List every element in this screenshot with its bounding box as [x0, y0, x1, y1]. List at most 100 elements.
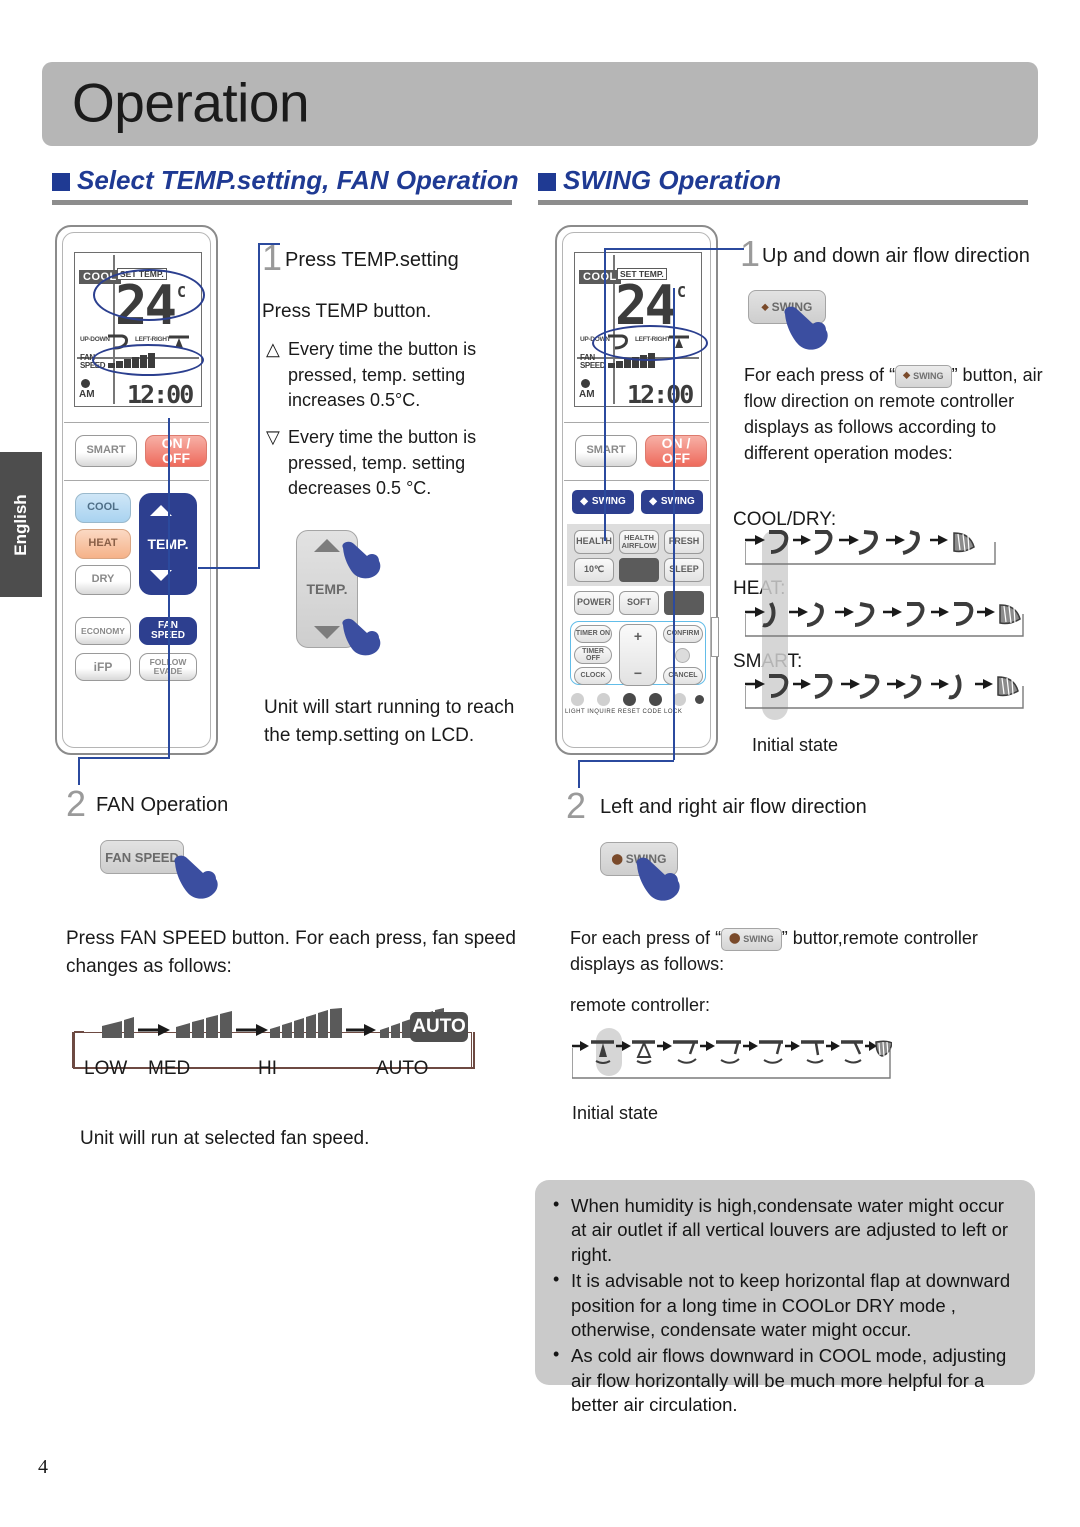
right-step1-title: Up and down air flow direction	[762, 245, 1030, 267]
notes-box: When humidity is high,condensate water m…	[535, 1180, 1035, 1415]
lcd-fan-label-2: SPEED	[580, 361, 606, 370]
lcd-clock-value: 12:00	[127, 380, 194, 409]
callout-line-swing-ud-vertical	[604, 248, 606, 541]
right-step1-body-before: For each press of “	[744, 365, 896, 385]
page-header-banner: Operation	[42, 62, 1038, 146]
inline-swing-ud-label: SWING	[913, 370, 944, 381]
swing-leftright-arrow-icon: ◆	[649, 495, 657, 507]
section-heading-left-label: Select TEMP.setting, FAN Operation	[77, 165, 519, 195]
pointing-hand-icon	[174, 855, 218, 899]
remote-divider-1	[64, 422, 209, 423]
swing-updown-arrow-icon: ◆	[580, 495, 588, 507]
right-step2-title: Left and right air flow direction	[600, 796, 867, 818]
callout-line-swing-lr-horizontal	[578, 760, 674, 762]
button-heat[interactable]: HEAT	[75, 529, 131, 559]
button-10c[interactable]: 10℃	[574, 558, 614, 582]
sequence-heat-icons	[745, 602, 1024, 637]
button-health[interactable]: HEALTH	[574, 530, 614, 554]
sequence-left-right-icons	[572, 1040, 892, 1079]
button-round-blank[interactable]	[675, 648, 690, 663]
left-step1-lead: Press TEMP button.	[262, 301, 432, 322]
left-step1-number: 1	[262, 237, 283, 278]
button-cool[interactable]: COOL	[75, 493, 131, 523]
lcd-leftright-label: LEFT-RIGHT	[135, 336, 171, 343]
button-swing-left-right[interactable]: ◆ SWING	[641, 490, 703, 514]
pointing-hand-icon	[636, 857, 680, 901]
callout-line-swing-lr-down	[578, 760, 580, 788]
button-dry[interactable]: DRY	[75, 565, 131, 595]
button-health-airflow[interactable]: HEALTH AIRFLOW	[619, 530, 659, 554]
lcd-fan-speed-label: FAN SPEED	[580, 354, 606, 370]
right-step2-body-before: For each press of “	[570, 928, 722, 948]
button-timer-on[interactable]: TIMER ON	[574, 625, 612, 643]
button-fresh[interactable]: FRESH	[664, 530, 704, 554]
button-soft[interactable]: SOFT	[619, 591, 659, 615]
inline-swing-ud-button[interactable]: ⬥ SWING	[895, 365, 952, 388]
left-step2-number: 2	[66, 783, 87, 824]
lcd-clock-value: 12:00	[627, 380, 694, 409]
callout-line-temp-vertical	[258, 243, 260, 568]
pointing-hand-icon	[342, 618, 381, 656]
button-blank-2[interactable]	[664, 591, 704, 615]
button-economy[interactable]: ECONOMY	[75, 617, 131, 645]
fan-label-low: LOW	[84, 1058, 128, 1079]
section-rule-right	[538, 200, 1028, 205]
right-step2-body-rest: displays as follows:	[570, 954, 725, 975]
lcd-clock-icon	[581, 379, 590, 388]
button-plus-minus[interactable]: + −	[619, 624, 657, 686]
dot-label-inquire: INQUIRE	[587, 709, 616, 715]
button-swing-up-down[interactable]: ◆ SWING	[572, 490, 634, 514]
highlight-ellipse-temperature	[93, 269, 205, 321]
callout-line-fan-horizontal	[78, 757, 170, 759]
highlight-ellipse-fan-speed	[92, 344, 204, 376]
button-smart[interactable]: SMART	[575, 435, 637, 467]
dot-code[interactable]	[649, 693, 662, 706]
callout-line-fan-vertical	[168, 418, 170, 758]
button-ifp[interactable]: iFP	[75, 653, 131, 681]
button-blank-1[interactable]	[619, 558, 659, 582]
section-heading-right: SWING Operation	[538, 165, 781, 196]
dot-light[interactable]	[571, 693, 584, 706]
lcd-ampm: AM	[79, 389, 95, 400]
dot-extra[interactable]	[695, 695, 704, 704]
triangle-down-marker-icon: ▽	[266, 427, 280, 447]
note-item: As cold air flows downward in COOL mode,…	[553, 1343, 1017, 1417]
button-confirm[interactable]: CONFIRM	[663, 625, 703, 643]
right-step2-body-after: ” buttor,remote controller	[781, 928, 978, 948]
right-step1-number: 1	[740, 233, 761, 274]
remote-control-right: COOL SET TEMP. 24 C UP-DOWN LEFT-RIGHT F…	[555, 225, 719, 755]
left-step2-footer: Unit will run at selected fan speed.	[80, 1128, 370, 1149]
swing-leftright-arrow-icon: ⬤	[611, 853, 623, 865]
dot-reset[interactable]	[623, 693, 636, 706]
dot-label-reset: RESET	[617, 709, 641, 715]
button-cancel[interactable]: CANCEL	[663, 667, 703, 685]
dot-inquire[interactable]	[597, 693, 610, 706]
sequence-smart-icons	[745, 674, 1024, 709]
button-on-off[interactable]: ON / OFF	[645, 435, 707, 467]
button-sleep[interactable]: SLEEP	[664, 558, 704, 582]
left-step1-up-text: Every time the button is pressed, temp. …	[288, 339, 477, 411]
left-step1-up-note: △ Every time the button is pressed, temp…	[266, 337, 501, 414]
button-on-off[interactable]: ON / OFF	[145, 435, 207, 467]
heading-square-icon	[538, 173, 556, 191]
inline-swing-lr-label: SWING	[743, 933, 774, 944]
button-plus-label: +	[633, 628, 643, 644]
fan-auto-tag: AUTO	[410, 1012, 468, 1042]
fan-label-hi: HI	[258, 1058, 277, 1079]
dots-label-row: LIGHT INQUIRE RESET CODE LOCK	[565, 709, 682, 715]
inline-swing-lr-button[interactable]: ⬤ SWING	[721, 928, 782, 951]
heading-square-icon	[52, 173, 70, 191]
callout-line-temp-bottom	[198, 567, 260, 569]
left-step2-title: FAN Operation	[96, 794, 229, 816]
section-heading-right-label: SWING Operation	[563, 165, 782, 195]
lcd-clock-icon	[81, 379, 90, 388]
button-swing-ud-label: SWING	[591, 495, 626, 507]
dot-label-code: CODE	[642, 709, 662, 715]
button-power[interactable]: POWER	[574, 591, 614, 615]
button-clock[interactable]: CLOCK	[574, 667, 612, 685]
button-smart[interactable]: SMART	[75, 435, 137, 467]
callout-line-swing-lr-vertical	[673, 288, 675, 760]
button-swing-lr-label: SWING	[660, 495, 695, 507]
button-timer-off[interactable]: TIMER OFF	[574, 646, 612, 664]
swing-updown-arrow-icon: ⬥	[761, 301, 769, 313]
